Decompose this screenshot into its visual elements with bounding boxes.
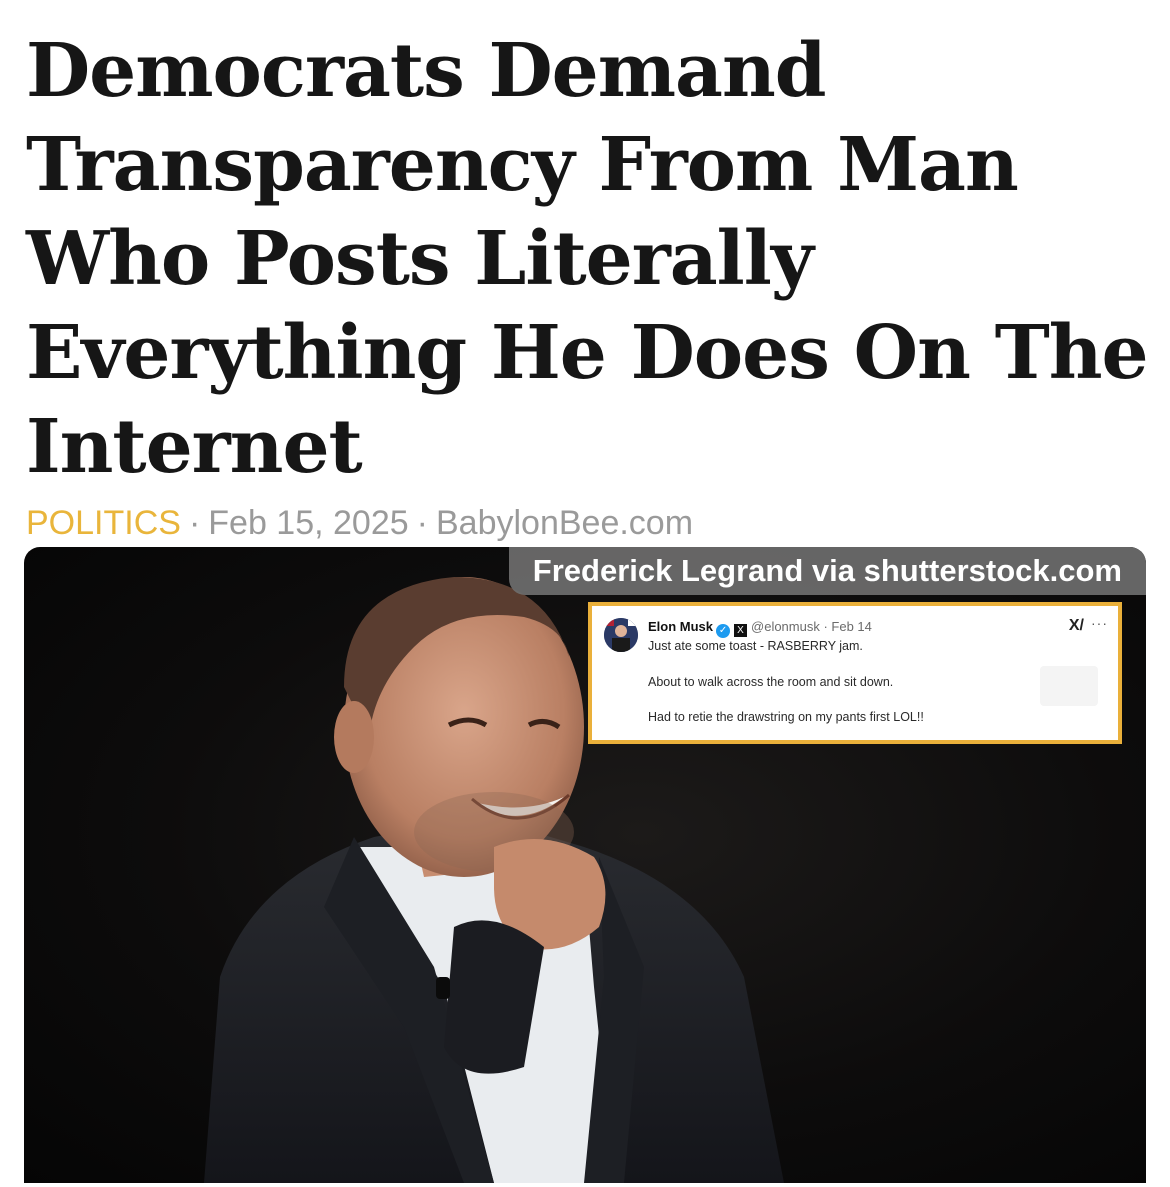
tweet-line-3: Had to retie the drawstring on my pants … [648, 710, 924, 724]
headline[interactable]: Democrats Demand Transparency From Man W… [26, 24, 1156, 494]
tweet-author: Elon Musk [648, 619, 714, 634]
tweet-separator: · [819, 619, 832, 634]
meta-separator: · [416, 504, 428, 542]
blurred-area [1040, 666, 1098, 706]
tweet-screenshot: Elon Musk ✓ X @elonmusk · Feb 14 X/ ··· Jus… [588, 602, 1122, 744]
tweet-line-2: About to walk across the room and sit do… [648, 675, 894, 689]
tweet-line-1: Just ate some toast - RASBERRY jam. [648, 639, 863, 653]
avatar-image [604, 618, 638, 652]
category-link[interactable]: POLITICS [26, 504, 181, 542]
grok-icon: X/ [1068, 617, 1084, 634]
photo-credit: Frederick Legrand via shutterstock.com [508, 547, 1146, 595]
verified-icon: ✓ [716, 624, 731, 638]
tweet-header: Elon Musk ✓ X @elonmusk · Feb 14 [648, 619, 872, 638]
more-icon: ··· [1091, 615, 1108, 631]
x-logo-icon: X [734, 624, 748, 637]
tweet-date: Feb 14 [831, 619, 872, 634]
meta-separator: · [188, 504, 201, 542]
tweet-handle: @elonmusk [751, 619, 820, 634]
source-link[interactable]: BabylonBee.com [436, 504, 693, 542]
article-meta: POLITICS · Feb 15, 2025 · BabylonBee.com [26, 503, 693, 543]
article-image[interactable]: Frederick Legrand via shutterstock.com E… [24, 547, 1146, 1183]
publish-date: Feb 15, 2025 [208, 504, 409, 542]
avatar [604, 618, 638, 652]
